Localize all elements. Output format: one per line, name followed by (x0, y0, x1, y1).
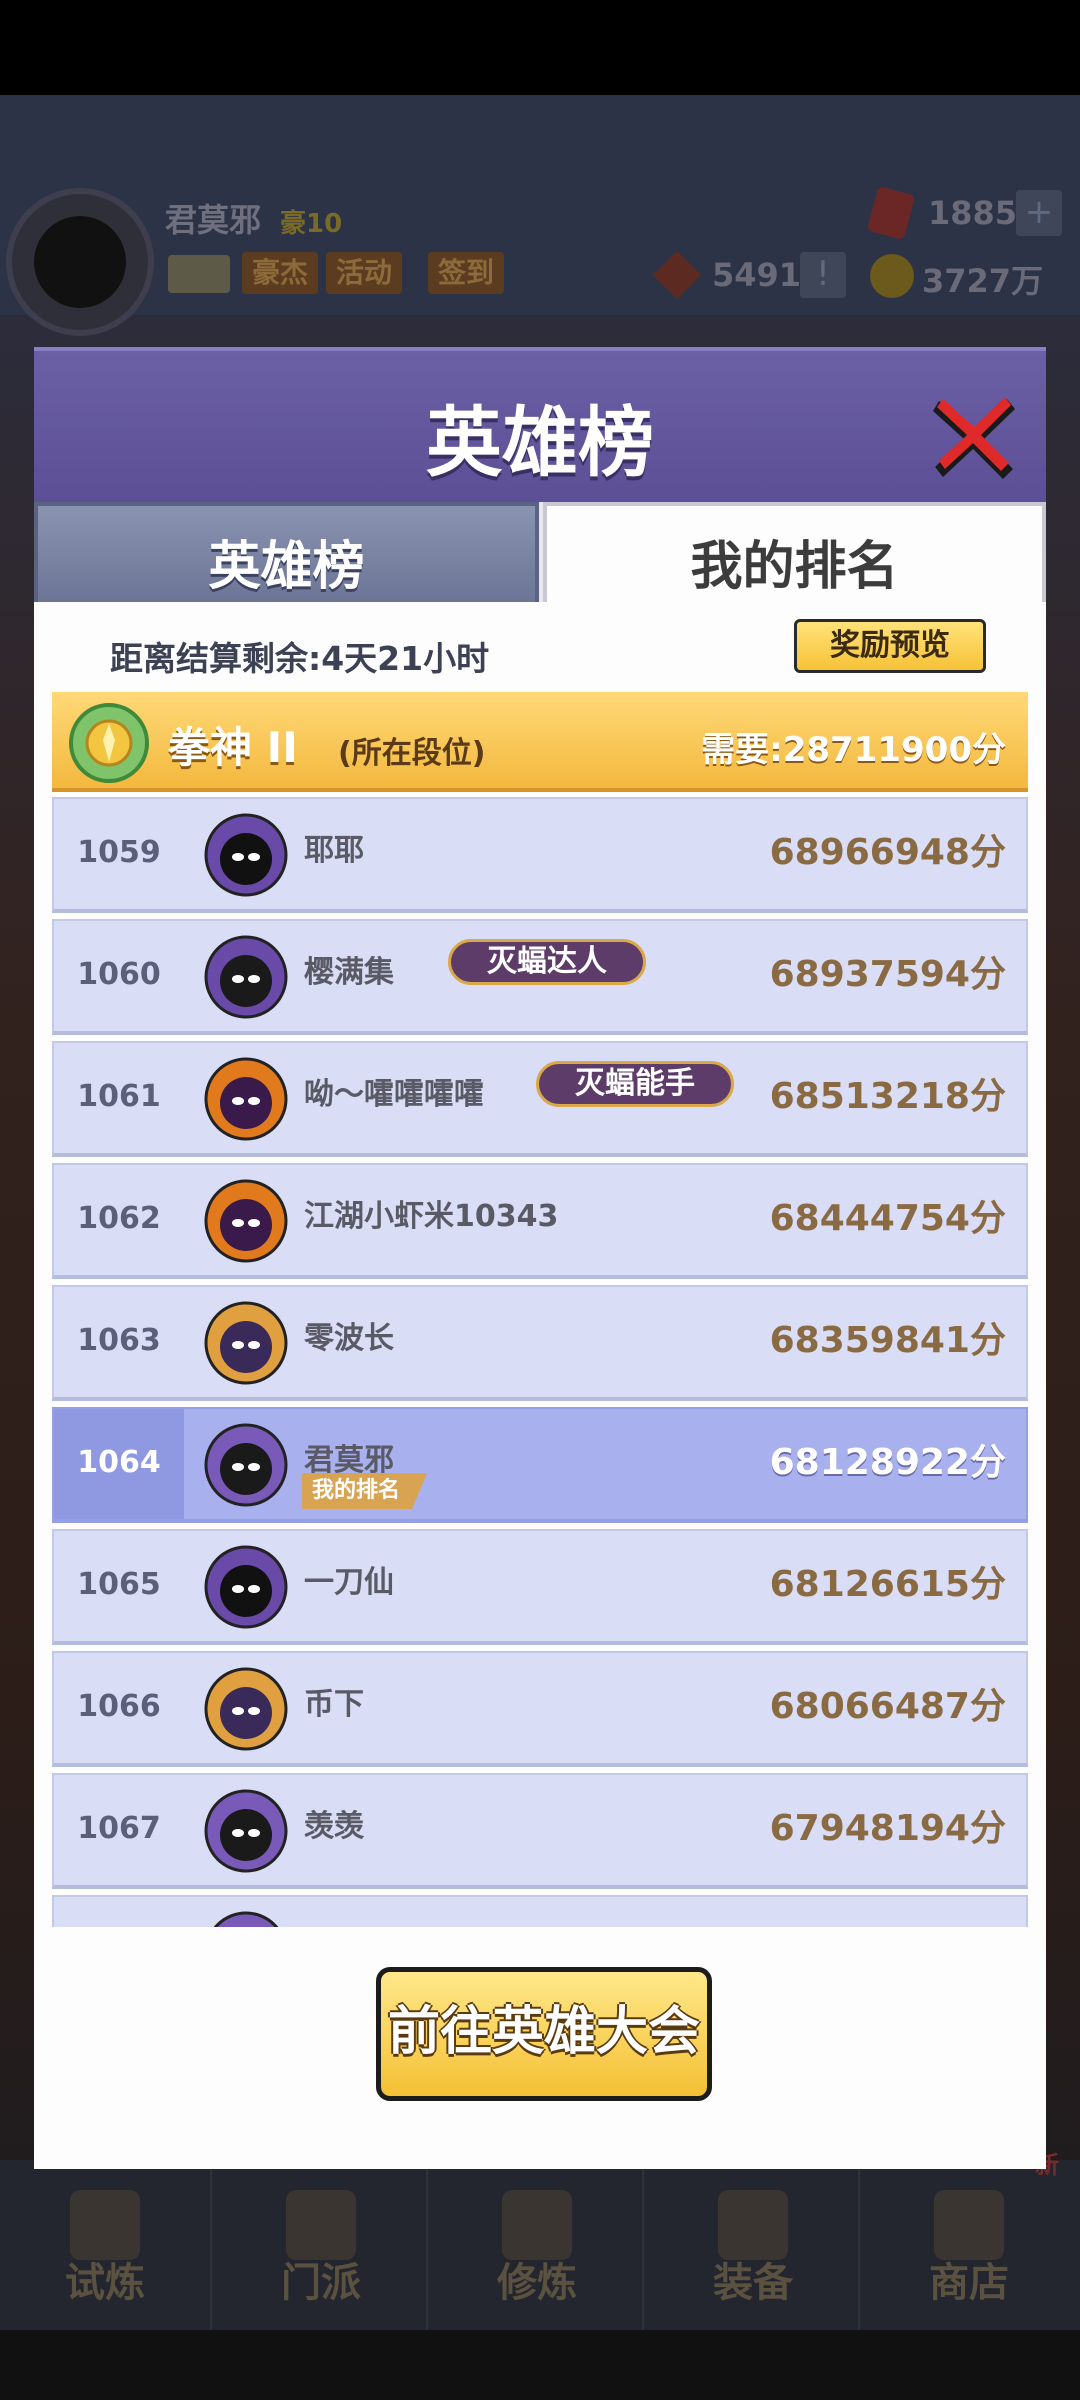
player-score: 67948194分 (769, 1808, 1006, 1849)
pumpkin-bat-icon[interactable] (204, 1179, 288, 1263)
hooded-ninja-icon[interactable] (204, 935, 288, 1019)
nav-equipment[interactable]: 装备 (648, 2160, 860, 2330)
title-badge: 灭蝠能手 (536, 1061, 734, 1107)
top-hud (0, 95, 1080, 315)
avatar-face-icon (34, 216, 126, 308)
gold-count: 3727万 (922, 262, 1044, 300)
witch-bat-icon[interactable] (204, 1301, 288, 1385)
nav-cultivate[interactable]: 修炼 (432, 2160, 644, 2330)
player-score: 68359841分 (769, 1320, 1006, 1361)
shadow-ninja-icon[interactable] (204, 813, 288, 897)
rank-number: 1064 (77, 1445, 161, 1480)
player-score: 68126615分 (769, 1564, 1006, 1605)
player-score: 68966948分 (769, 832, 1006, 873)
goto-hero-conference-button[interactable]: 前往英雄大会 (376, 1967, 712, 2101)
close-icon[interactable] (929, 393, 1019, 483)
pumpkin-bat-icon[interactable] (204, 1057, 288, 1141)
add-gems-button[interactable]: + (1016, 190, 1062, 236)
modal-header: 英雄榜 (34, 347, 1046, 502)
settlement-countdown: 距离结算剩余:4天21小时 (110, 639, 490, 678)
ranking-row[interactable]: 1063 零波长 68359841分 (52, 1285, 1028, 1401)
title-badge: 灭蝠达人 (448, 939, 646, 985)
player-score: 68066487分 (769, 1686, 1006, 1727)
player-avatar[interactable] (6, 188, 154, 336)
player-name: 君莫邪 (304, 1443, 394, 1478)
ninja-master-icon[interactable] (204, 1789, 288, 1873)
ranking-list[interactable]: 1059 耶耶 68966948分 1060 樱满集 灭蝠达人 68937594分 1061 呦… (52, 797, 1028, 1927)
hud-heroes-button[interactable]: 豪杰 (242, 252, 319, 294)
tab-hero-ranking[interactable]: 英雄榜 (34, 502, 539, 602)
player-score: 68937594分 (769, 954, 1006, 995)
tier-name: 拳神 II (168, 723, 298, 772)
rank-number: 1062 (77, 1201, 161, 1236)
tab-my-ranking[interactable]: 我的排名 (543, 502, 1046, 602)
gem-count: 1885 (928, 194, 1018, 232)
system-nav-area (0, 2330, 1080, 2400)
ninja-master-icon[interactable] (204, 1423, 288, 1507)
ninja-master-icon (213, 1911, 279, 1927)
player-name: 币下 (304, 1687, 364, 1722)
hero-ranking-modal: 英雄榜 英雄榜 我的排名 距离结算剩余:4天21小时 奖励预览 拳神 II (所… (34, 347, 1046, 2169)
tier-bar: 拳神 II (所在段位) 需要:28711900分 (52, 692, 1028, 792)
nav-shop[interactable]: 商店 (864, 2160, 1074, 2330)
ranking-row[interactable]: 1059 耶耶 68966948分 (52, 797, 1028, 913)
token-count: 5491 (712, 256, 802, 294)
tier-note: (所在段位) (338, 736, 486, 771)
nav-sect[interactable]: 门派 (216, 2160, 428, 2330)
rank-number: 1061 (77, 1079, 161, 1114)
mail-icon[interactable] (168, 255, 230, 293)
hud-events-button[interactable]: 活动 (326, 252, 403, 294)
ranking-row-partial[interactable] (52, 1895, 1028, 1927)
witch-bat-icon[interactable] (204, 1667, 288, 1751)
rank-number: 1066 (77, 1689, 161, 1724)
ranking-row[interactable]: 1067 羡羡 67948194分 (52, 1773, 1028, 1889)
player-name: 呦～嚯嚯嚯嚯 (304, 1077, 484, 1112)
ranking-row[interactable]: 1062 江湖小虾米10343 68444754分 (52, 1163, 1028, 1279)
ranking-row[interactable]: 1066 币下 68066487分 (52, 1651, 1028, 1767)
player-name: 零波长 (304, 1321, 394, 1356)
hud-vip-level: 豪10 (280, 209, 343, 239)
player-score: 68444754分 (769, 1198, 1006, 1239)
status-bar (0, 0, 1080, 95)
player-name: 一刀仙 (304, 1565, 394, 1600)
ranking-row[interactable]: 1060 樱满集 灭蝠达人 68937594分 (52, 919, 1028, 1035)
tier-requirement: 需要:28711900分 (701, 730, 1006, 770)
player-name: 江湖小虾米10343 (304, 1199, 559, 1234)
my-ranking-tag: 我的排名 (302, 1473, 427, 1509)
ranking-row[interactable]: 1065 一刀仙 68126615分 (52, 1529, 1028, 1645)
modal-title: 英雄榜 (426, 398, 654, 487)
nav-trial[interactable]: 试炼 (0, 2160, 212, 2330)
player-score: 68513218分 (769, 1076, 1006, 1117)
tier-emblem-icon (69, 703, 149, 783)
token-info-button[interactable]: ! (800, 252, 846, 298)
player-name: 耶耶 (304, 833, 364, 868)
rank-number: 1060 (77, 957, 161, 992)
rank-number: 1059 (77, 835, 161, 870)
rank-number: 1063 (77, 1323, 161, 1358)
tab-bar: 英雄榜 我的排名 (34, 502, 1046, 602)
player-name: 樱满集 (304, 955, 394, 990)
shadow-ninja-icon[interactable] (204, 1545, 288, 1629)
hud-player-name: 君莫邪 (165, 201, 262, 239)
my-ranking-row[interactable]: 1064 君莫邪 我的排名 68128922分 (52, 1407, 1028, 1523)
rank-number: 1065 (77, 1567, 161, 1602)
reward-preview-button[interactable]: 奖励预览 (794, 619, 986, 673)
rank-number: 1067 (77, 1811, 161, 1846)
player-score: 68128922分 (769, 1442, 1006, 1483)
gold-coin-icon (870, 254, 914, 298)
player-name: 羡羡 (304, 1809, 364, 1844)
ranking-row[interactable]: 1061 呦～嚯嚯嚯嚯 灭蝠能手 68513218分 (52, 1041, 1028, 1157)
hud-checkin-button[interactable]: 签到 (428, 252, 505, 294)
